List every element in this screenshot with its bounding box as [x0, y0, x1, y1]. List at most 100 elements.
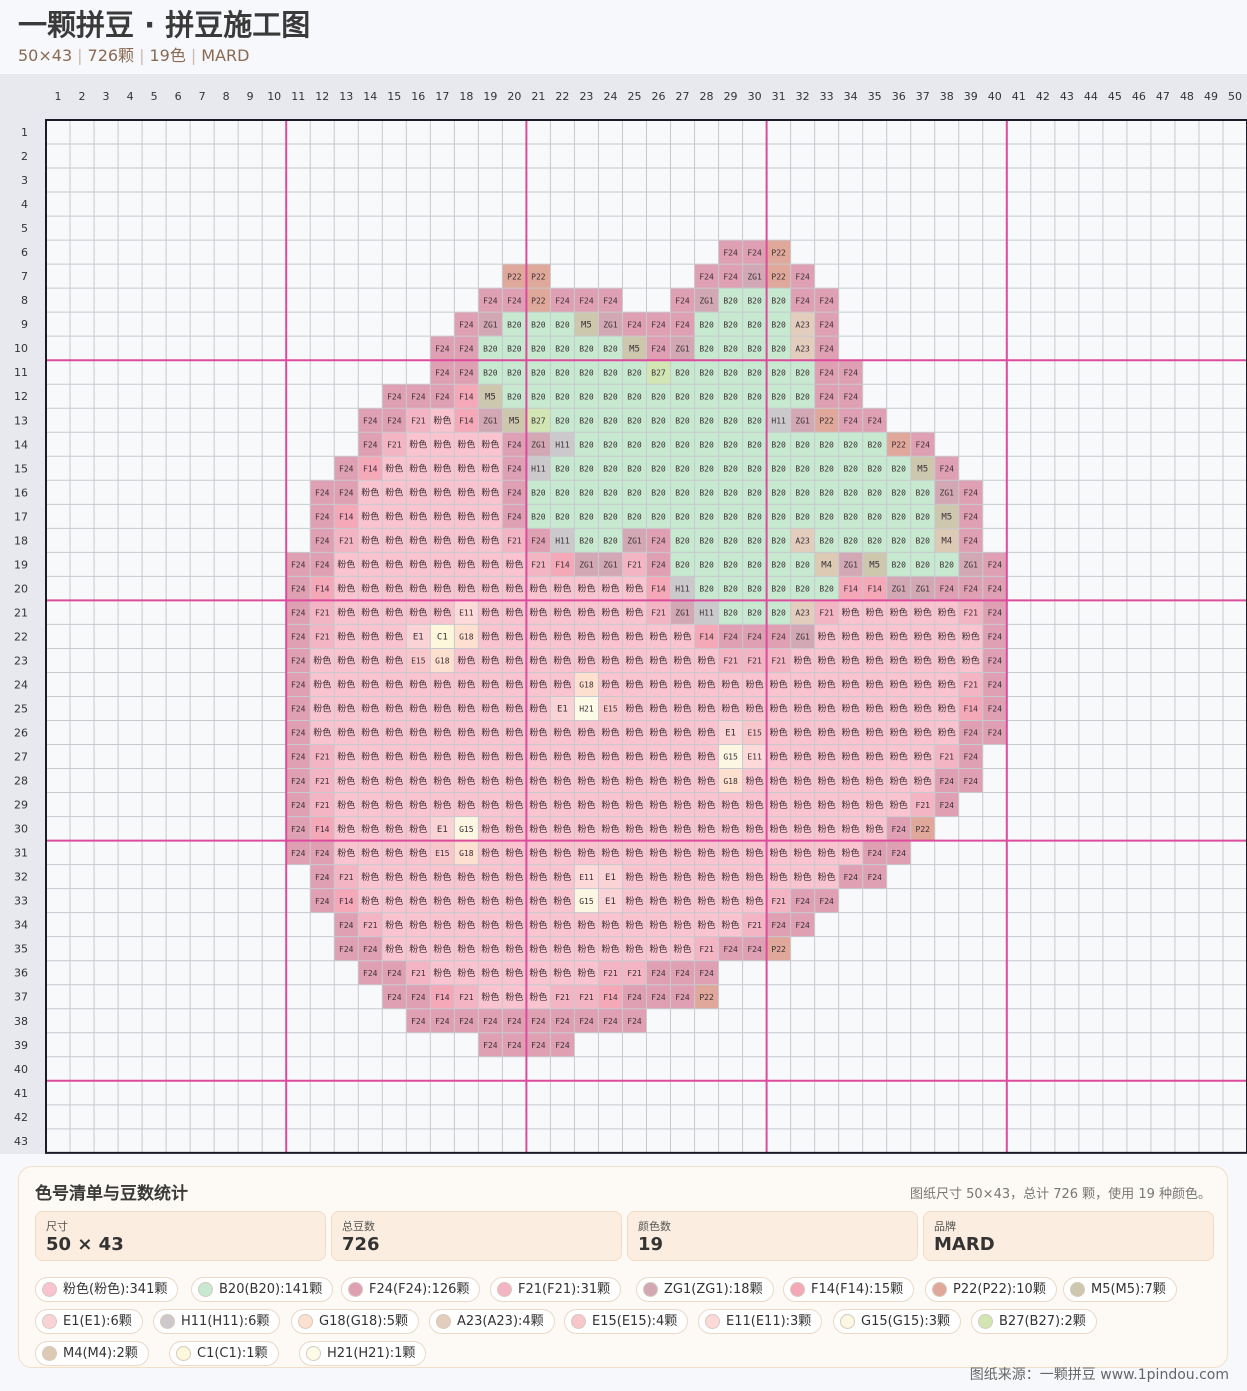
bead-code: B20 [771, 344, 786, 353]
color-chip[interactable]: 粉色(粉色):341颗 [35, 1277, 179, 1302]
bead-code: E1 [437, 825, 448, 835]
bead-code: 粉色 [601, 919, 619, 931]
bead-code: F24 [459, 368, 474, 377]
bead-code: 粉色 [385, 751, 403, 763]
bead-code: B20 [819, 585, 834, 594]
bead-code: 粉色 [385, 919, 403, 931]
bead-code: B20 [771, 489, 786, 498]
color-chip[interactable]: F14(F14):15颗 [783, 1277, 915, 1302]
bead-code: 粉色 [818, 679, 836, 691]
color-summary-panel: 色号清单与豆数统计 图纸尺寸 50×43，总计 726 颗，使用 19 种颜色。… [18, 1166, 1228, 1368]
color-chip[interactable]: C1(C1):1颗 [169, 1341, 279, 1366]
color-chip[interactable]: G15(G15):3颗 [833, 1309, 962, 1334]
bead-code: 粉色 [361, 487, 379, 499]
column-number: 4 [127, 90, 134, 103]
color-chip[interactable]: E11(E11):3颗 [698, 1309, 823, 1334]
column-number: 47 [1156, 90, 1170, 103]
bead-code: F24 [387, 969, 402, 978]
color-chip[interactable]: F21(F21):31颗 [490, 1277, 622, 1302]
bead-code: 粉色 [313, 655, 331, 667]
bead-code: B20 [795, 489, 810, 498]
bead-code: M5 [869, 561, 880, 571]
bead-code: 粉色 [481, 607, 499, 619]
row-number: 25 [14, 702, 28, 715]
bead-code: 粉色 [409, 462, 427, 474]
color-chip[interactable]: ZG1(ZG1):18颗 [636, 1277, 774, 1302]
bead-code: F24 [771, 633, 786, 642]
bead-code: 粉色 [337, 559, 355, 571]
bead-code: F24 [627, 1017, 642, 1026]
bead-code: 粉色 [409, 799, 427, 811]
bead-code: 粉色 [601, 631, 619, 643]
bead-code: 粉色 [722, 895, 740, 907]
bead-code: 粉色 [914, 631, 932, 643]
bead-code: F24 [291, 825, 306, 834]
color-chip[interactable]: E1(E1):6颗 [35, 1309, 143, 1334]
bead-code: B27 [531, 416, 546, 425]
bead-code: F24 [723, 633, 738, 642]
bead-code: 粉色 [481, 967, 499, 979]
row-number: 27 [14, 751, 28, 764]
bead-code: F24 [819, 320, 834, 329]
bead-code: A23 [795, 537, 810, 546]
bead-code: F24 [988, 609, 1003, 618]
bead-code: B20 [627, 513, 642, 522]
bead-code: 粉色 [529, 679, 547, 691]
bead-code: 粉色 [457, 775, 475, 787]
bead-code: F24 [940, 464, 955, 473]
bead-code: B20 [747, 585, 762, 594]
bead-code: F21 [627, 561, 642, 570]
color-chip[interactable]: P22(P22):10颗 [925, 1277, 1057, 1302]
color-chip[interactable]: G18(G18):5颗 [291, 1309, 420, 1334]
bead-code: F21 [916, 801, 931, 810]
bead-code: 粉色 [505, 823, 523, 835]
color-chip[interactable]: H11(H11):6颗 [153, 1309, 281, 1334]
column-number: 7 [199, 90, 206, 103]
bead-code: 粉色 [698, 919, 716, 931]
bead-code: F21 [651, 609, 666, 618]
bead-code: B20 [723, 464, 738, 473]
color-chip[interactable]: E15(E15):4颗 [564, 1309, 689, 1334]
bead-code: B20 [603, 489, 618, 498]
bead-code: ZG1 [916, 585, 931, 594]
bead-code: 粉色 [938, 703, 956, 715]
bead-code: F24 [651, 993, 666, 1002]
bead-code: B20 [795, 392, 810, 401]
bead-code: 粉色 [674, 631, 692, 643]
bead-code: 粉色 [770, 751, 788, 763]
color-swatch-icon [436, 1314, 451, 1329]
bead-code: 粉色 [770, 775, 788, 787]
bead-code: ZG1 [675, 344, 690, 353]
bead-code: 粉色 [842, 655, 860, 667]
pattern-grid[interactable]: F24 F24 P22 P22 P22 F24 F24 ZG1 P22 F24 F24 F24 P22 F… [0, 74, 1247, 1154]
bead-code: 粉色 [698, 775, 716, 787]
subtitle-color-count: 19色 [149, 46, 186, 65]
bead-code: 粉色 [866, 799, 884, 811]
bead-code: B20 [603, 513, 618, 522]
panel-title: 色号清单与豆数统计 [35, 1184, 188, 1204]
bead-code: F21 [411, 969, 426, 978]
color-chip[interactable]: M4(M4):2颗 [35, 1341, 149, 1366]
bead-code: F21 [315, 609, 330, 618]
color-chip[interactable]: A23(A23):4颗 [429, 1309, 555, 1334]
bead-code: 粉色 [625, 703, 643, 715]
bead-code: 粉色 [698, 823, 716, 835]
color-chip[interactable]: B27(B27):2颗 [971, 1309, 1097, 1334]
bead-code: ZG1 [579, 561, 594, 570]
bead-code: 粉色 [433, 679, 451, 691]
bead-code: E15 [411, 657, 426, 666]
color-chip[interactable]: M5(M5):7颗 [1063, 1277, 1177, 1302]
bead-code: 粉色 [625, 607, 643, 619]
bead-code: F24 [940, 585, 955, 594]
bead-code: G18 [459, 633, 474, 642]
column-number: 38 [940, 90, 954, 103]
column-number: 15 [387, 90, 401, 103]
color-chip[interactable]: H21(H21):1颗 [299, 1341, 427, 1366]
color-chip[interactable]: B20(B20):141颗 [191, 1277, 334, 1302]
bead-code: E11 [747, 753, 762, 762]
column-number: 8 [223, 90, 230, 103]
color-chip[interactable]: F24(F24):126颗 [341, 1277, 481, 1302]
bead-code: 粉色 [337, 751, 355, 763]
bead-code: G15 [459, 825, 474, 834]
bead-code: F14 [339, 513, 354, 522]
